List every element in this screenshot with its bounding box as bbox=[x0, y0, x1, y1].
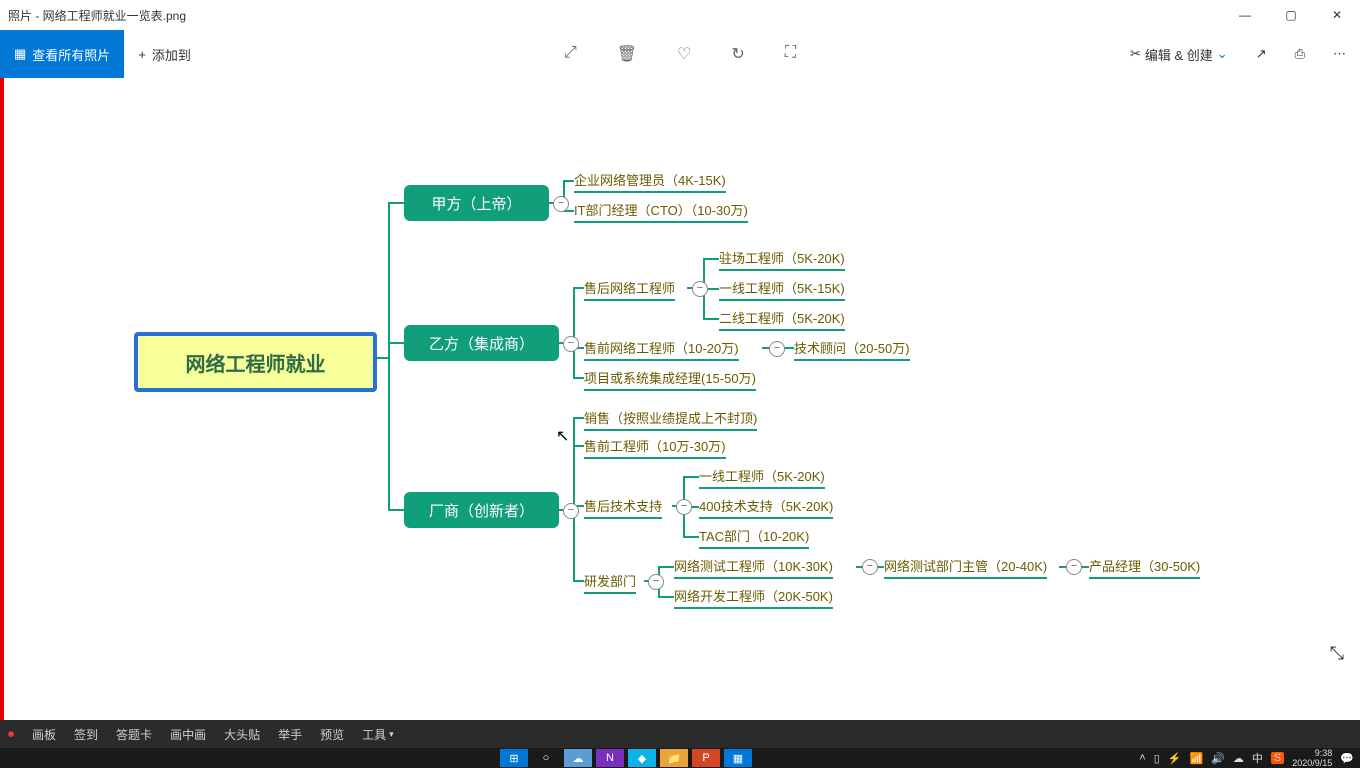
taskbar-app[interactable]: ☁ bbox=[564, 749, 592, 767]
record-icon[interactable]: ⏺ bbox=[8, 727, 14, 742]
crop-icon[interactable]: ⛶ bbox=[785, 44, 796, 64]
delete-icon[interactable]: 🗑 bbox=[617, 44, 637, 64]
taskbar-app[interactable]: ⊞ bbox=[500, 749, 528, 767]
system-tray: ˄ ▯ ⚡ 📶 🔊 ☁ 中 S 9:38 2020/9/15 💬 bbox=[1139, 748, 1354, 768]
clock[interactable]: 9:38 2020/9/15 bbox=[1292, 748, 1332, 768]
taskbar-app[interactable]: 📁 bbox=[660, 749, 688, 767]
plus-icon: + bbox=[138, 47, 146, 62]
branch-vendor[interactable]: 厂商（创新者） bbox=[404, 492, 559, 528]
taskbar-app[interactable]: P bbox=[692, 749, 720, 767]
mindmap-root[interactable]: 网络工程师就业 bbox=[134, 332, 377, 392]
window-title: 照片 - 网络工程师就业一览表.png bbox=[8, 7, 186, 24]
tab-pip[interactable]: 画中画 bbox=[170, 726, 206, 743]
leaf-item[interactable]: 企业网络管理员（4K-15K) bbox=[574, 170, 726, 193]
sogou-icon[interactable]: S bbox=[1271, 752, 1284, 764]
onedrive-icon[interactable]: ☁ bbox=[1233, 752, 1244, 765]
taskbar-app[interactable]: ◆ bbox=[628, 749, 656, 767]
more-icon[interactable]: ⋯ bbox=[1333, 46, 1346, 62]
leaf-item[interactable]: 售前工程师（10万-30万) bbox=[584, 436, 726, 459]
leaf-item[interactable]: 研发部门 bbox=[584, 571, 636, 594]
taskbar-app[interactable]: ○ bbox=[532, 749, 560, 767]
collapse-icon[interactable]: − bbox=[563, 336, 579, 352]
leaf-item[interactable]: 400技术支持（5K-20K) bbox=[699, 496, 833, 519]
leaf-item[interactable]: TAC部门（10-20K) bbox=[699, 526, 809, 549]
network-icon[interactable]: ⚡ bbox=[1168, 752, 1182, 765]
taskbar-app[interactable]: N bbox=[596, 749, 624, 767]
leaf-item[interactable]: 网络测试工程师（10K-30K) bbox=[674, 556, 833, 579]
edit-icon: ✂ bbox=[1130, 46, 1141, 62]
app-tab-bar: ⏺ 画板 签到 答题卡 画中画 大头贴 举手 预览 工具▾ bbox=[0, 720, 1360, 748]
mouse-cursor-icon: ↖ bbox=[556, 426, 569, 446]
wifi-icon[interactable]: 📶 bbox=[1190, 752, 1204, 765]
close-button[interactable]: ✕ bbox=[1314, 0, 1360, 30]
fullscreen-icon[interactable]: ⤡ bbox=[1330, 643, 1344, 664]
leaf-item[interactable]: 售后技术支持 bbox=[584, 496, 662, 519]
favorite-icon[interactable]: ♡ bbox=[677, 44, 691, 64]
title-bar: 照片 - 网络工程师就业一览表.png — ▢ ✕ bbox=[0, 0, 1360, 30]
tab-tools[interactable]: 工具▾ bbox=[362, 726, 394, 743]
tab-answer[interactable]: 答题卡 bbox=[116, 726, 152, 743]
print-icon[interactable]: ⎙ bbox=[1295, 46, 1305, 62]
view-all-photos-button[interactable]: ▦ 查看所有照片 bbox=[0, 30, 124, 78]
leaf-item[interactable]: 项目或系统集成经理(15-50万) bbox=[584, 368, 756, 391]
battery-icon[interactable]: ▯ bbox=[1154, 752, 1160, 765]
edit-create-button[interactable]: ✂ 编辑 & 创建 ⌄ bbox=[1130, 45, 1228, 64]
collapse-icon[interactable]: − bbox=[1066, 559, 1082, 575]
add-to-button[interactable]: + 添加到 bbox=[124, 45, 205, 64]
leaf-item[interactable]: 一线工程师（5K-15K) bbox=[719, 278, 845, 301]
tray-up-icon[interactable]: ˄ bbox=[1139, 752, 1145, 764]
collapse-icon[interactable]: − bbox=[862, 559, 878, 575]
leaf-item[interactable]: 驻场工程师（5K-20K) bbox=[719, 248, 845, 271]
rotate-icon[interactable]: ↻ bbox=[731, 44, 744, 64]
collapse-icon[interactable]: − bbox=[648, 574, 664, 590]
branch-client[interactable]: 甲方（上帝） bbox=[404, 185, 549, 221]
maximize-button[interactable]: ▢ bbox=[1268, 0, 1314, 30]
ime-icon[interactable]: 中 bbox=[1252, 750, 1263, 766]
leaf-item[interactable]: 二线工程师（5K-20K) bbox=[719, 308, 845, 331]
branch-integrator[interactable]: 乙方（集成商） bbox=[404, 325, 559, 361]
collapse-icon[interactable]: − bbox=[676, 499, 692, 515]
tab-sticker[interactable]: 大头贴 bbox=[224, 726, 260, 743]
tab-canvas[interactable]: 画板 bbox=[32, 726, 56, 743]
leaf-item[interactable]: 技术顾问（20-50万) bbox=[794, 338, 910, 361]
share-icon[interactable]: ↗ bbox=[1256, 46, 1267, 62]
leaf-item[interactable]: 一线工程师（5K-20K) bbox=[699, 466, 825, 489]
notifications-icon[interactable]: 💬 bbox=[1340, 752, 1354, 765]
leaf-item[interactable]: 产品经理（30-50K) bbox=[1089, 556, 1200, 579]
tab-raise-hand[interactable]: 举手 bbox=[278, 726, 302, 743]
zoom-icon[interactable]: ⤢ bbox=[564, 44, 577, 64]
chevron-down-icon: ⌄ bbox=[1217, 46, 1228, 62]
leaf-item[interactable]: 售后网络工程师 bbox=[584, 278, 675, 301]
collapse-icon[interactable]: − bbox=[692, 281, 708, 297]
photo-icon: ▦ bbox=[14, 46, 26, 62]
leaf-item[interactable]: 网络开发工程师（20K-50K) bbox=[674, 586, 833, 609]
image-canvas: 网络工程师就业 甲方（上帝） 企业网络管理员（4K-15K) IT部门经理（CT… bbox=[0, 78, 1360, 720]
collapse-icon[interactable]: − bbox=[553, 196, 569, 212]
collapse-icon[interactable]: − bbox=[769, 341, 785, 357]
tab-signin[interactable]: 签到 bbox=[74, 726, 98, 743]
leaf-item[interactable]: 网络测试部门主管（20-40K) bbox=[884, 556, 1047, 579]
toolbar: ▦ 查看所有照片 + 添加到 ⤢ 🗑 ♡ ↻ ⛶ ✂ 编辑 & 创建 ⌄ ↗ ⎙… bbox=[0, 30, 1360, 79]
volume-icon[interactable]: 🔊 bbox=[1211, 752, 1225, 765]
minimize-button[interactable]: — bbox=[1222, 0, 1268, 30]
collapse-icon[interactable]: − bbox=[563, 503, 579, 519]
leaf-item[interactable]: 售前网络工程师（10-20万) bbox=[584, 338, 739, 361]
leaf-item[interactable]: IT部门经理（CTO）（10-30万) bbox=[574, 200, 748, 223]
windows-taskbar: ⊞ ○ ☁ N ◆ 📁 P ▦ ˄ ▯ ⚡ 📶 🔊 ☁ 中 S 9:38 202… bbox=[0, 748, 1360, 768]
taskbar-app[interactable]: ▦ bbox=[724, 749, 752, 767]
leaf-item[interactable]: 销售（按照业绩提成上不封顶) bbox=[584, 408, 757, 431]
tab-preview[interactable]: 预览 bbox=[320, 726, 344, 743]
